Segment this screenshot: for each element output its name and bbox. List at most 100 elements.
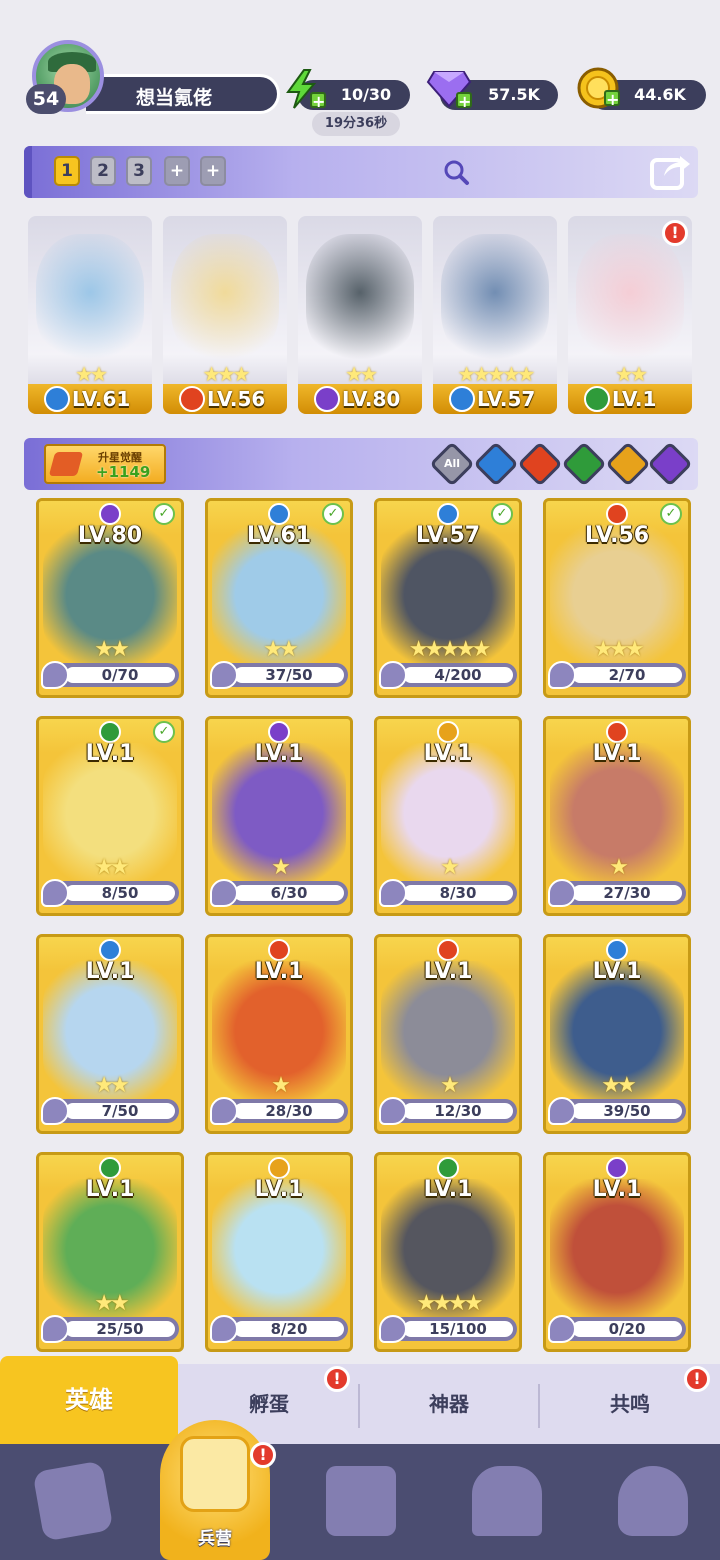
hero-portrait [171,234,279,364]
water-element-icon [268,503,290,525]
shard-icon [210,1097,238,1125]
coins-plus-icon[interactable]: + [604,90,620,108]
hero-card[interactable]: LV.1 ★ 28/30 [205,934,353,1134]
level-bar: LV.56 [163,384,287,414]
tab-artifact[interactable]: 神器 [360,1364,538,1444]
hero-card[interactable]: LV.1 ★ 27/30 [543,716,691,916]
nav-map[interactable] [316,1458,406,1548]
hero-level: LV.1 [612,387,657,411]
hero-card[interactable]: LV.1 ★ 12/30 [374,934,522,1134]
hero-stars: ★★ [615,362,648,386]
filter-light-icon[interactable] [605,441,651,487]
hero-portrait [36,234,144,364]
nav-cards[interactable] [28,1458,118,1548]
hero-portrait [441,234,549,364]
shard-count: 25/50 [96,1320,144,1338]
shard-count: 8/50 [101,884,139,902]
shard-count: 0/20 [608,1320,646,1338]
hero-card[interactable]: ✓ LV.1 ★★ 8/50 [36,716,184,916]
shard-icon [41,879,69,907]
hero-level: LV.1 [254,741,304,766]
level-bar: LV.1 [568,384,692,414]
hero-card[interactable]: LV.1 8/20 [205,1152,353,1352]
team-hero-card[interactable]: ★★ LV.1! [568,216,692,414]
hatch-alert-icon: ! [324,1366,350,1392]
barracks-icon [180,1436,250,1512]
hero-stars: ★★ [601,1073,636,1098]
hero-card[interactable]: ✓ LV.80 ★★ 0/70 [36,498,184,698]
gems-plus-icon[interactable]: + [456,92,472,110]
nav-castle[interactable] [462,1458,552,1548]
search-icon[interactable] [442,158,470,186]
hero-card[interactable]: LV.1 0/20 [543,1152,691,1352]
check-icon: ✓ [660,503,682,525]
shard-icon [548,661,576,689]
hero-card[interactable]: LV.1 ★★ 39/50 [543,934,691,1134]
shard-progress-bar: 28/30 [210,1097,348,1125]
shard-icon [41,661,69,689]
hero-card[interactable]: LV.1 ★★ 7/50 [36,934,184,1134]
hero-portrait [306,234,414,364]
hero-card[interactable]: LV.1 ★ 6/30 [205,716,353,916]
hero-level: LV.1 [592,741,642,766]
shard-progress-bar: 12/30 [379,1097,517,1125]
shard-count: 28/30 [265,1102,313,1120]
hero-card[interactable]: ✓ LV.61 ★★ 37/50 [205,498,353,698]
player-profile[interactable]: 想当氪佬 54 [26,40,280,116]
team-hero-card[interactable]: ★★★ LV.56 [163,216,287,414]
energy-plus-icon[interactable]: + [310,92,326,110]
hero-stars: ★★ [75,362,108,386]
shard-count: 27/30 [603,884,651,902]
hero-level: LV.1 [592,1177,642,1202]
team-hero-card[interactable]: ★★ LV.80 [298,216,422,414]
filter-all-icon[interactable]: All [429,441,475,487]
filter-fire-icon[interactable] [517,441,563,487]
check-icon: ✓ [491,503,513,525]
shard-progress-bar: 4/200 [379,661,517,689]
fire-element-icon [437,939,459,961]
hero-card[interactable]: ✓ LV.56 ★★★ 2/70 [543,498,691,698]
tab-heroes[interactable]: 英雄 [0,1356,178,1444]
shard-progress-bar: 39/50 [548,1097,686,1125]
hero-stars: ★★ [263,637,298,662]
hero-level: LV.1 [85,741,135,766]
hero-card[interactable]: LV.1 ★ 8/30 [374,716,522,916]
fire-element-icon [606,721,628,743]
shard-count: 15/100 [429,1320,487,1338]
team-hero-card[interactable]: ★★★★★ LV.57 [433,216,557,414]
hero-stars: ★★ [94,1291,129,1316]
team-hero-card[interactable]: ★★ LV.61 [28,216,152,414]
hero-card[interactable]: LV.1 ★★ 25/50 [36,1152,184,1352]
dark-element-icon [99,503,121,525]
team-tab-add-1[interactable]: + [164,156,190,186]
shard-progress-bar: 8/50 [41,879,179,907]
filter-nature-icon[interactable] [561,441,607,487]
mushroom-icon [618,1466,688,1536]
alert-icon: ! [662,220,688,246]
check-icon: ✓ [153,503,175,525]
team-tab-2[interactable]: 2 [90,156,116,186]
water-element-icon [606,939,628,961]
team-tab-3[interactable]: 3 [126,156,152,186]
hero-card[interactable]: ✓ LV.57 ★★★★★ 4/200 [374,498,522,698]
hero-portrait [576,234,684,364]
shard-progress-bar: 0/20 [548,1315,686,1343]
awaken-button[interactable]: 升星觉醒 +1149 [44,444,166,484]
nature-element-icon [437,1157,459,1179]
shard-icon [41,1315,69,1343]
filter-dark-icon[interactable] [647,441,693,487]
water-element-icon [99,939,121,961]
hero-level: LV.80 [77,523,143,548]
sub-tabs: 英雄 孵蛋 神器 共鸣 ! ! [0,1356,720,1444]
nav-mushroom[interactable] [608,1458,698,1548]
nav-barracks[interactable]: 兵营 [160,1420,270,1560]
hero-stars: ★ [271,1073,291,1098]
filter-water-icon[interactable] [473,441,519,487]
team-tab-add-2[interactable]: + [200,156,226,186]
hero-level: LV.1 [254,959,304,984]
share-icon[interactable] [648,150,692,192]
shard-count: 12/30 [434,1102,482,1120]
shard-icon [210,661,238,689]
team-tab-1[interactable]: 1 [54,156,80,186]
hero-card[interactable]: LV.1 ★★★★ 15/100 [374,1152,522,1352]
